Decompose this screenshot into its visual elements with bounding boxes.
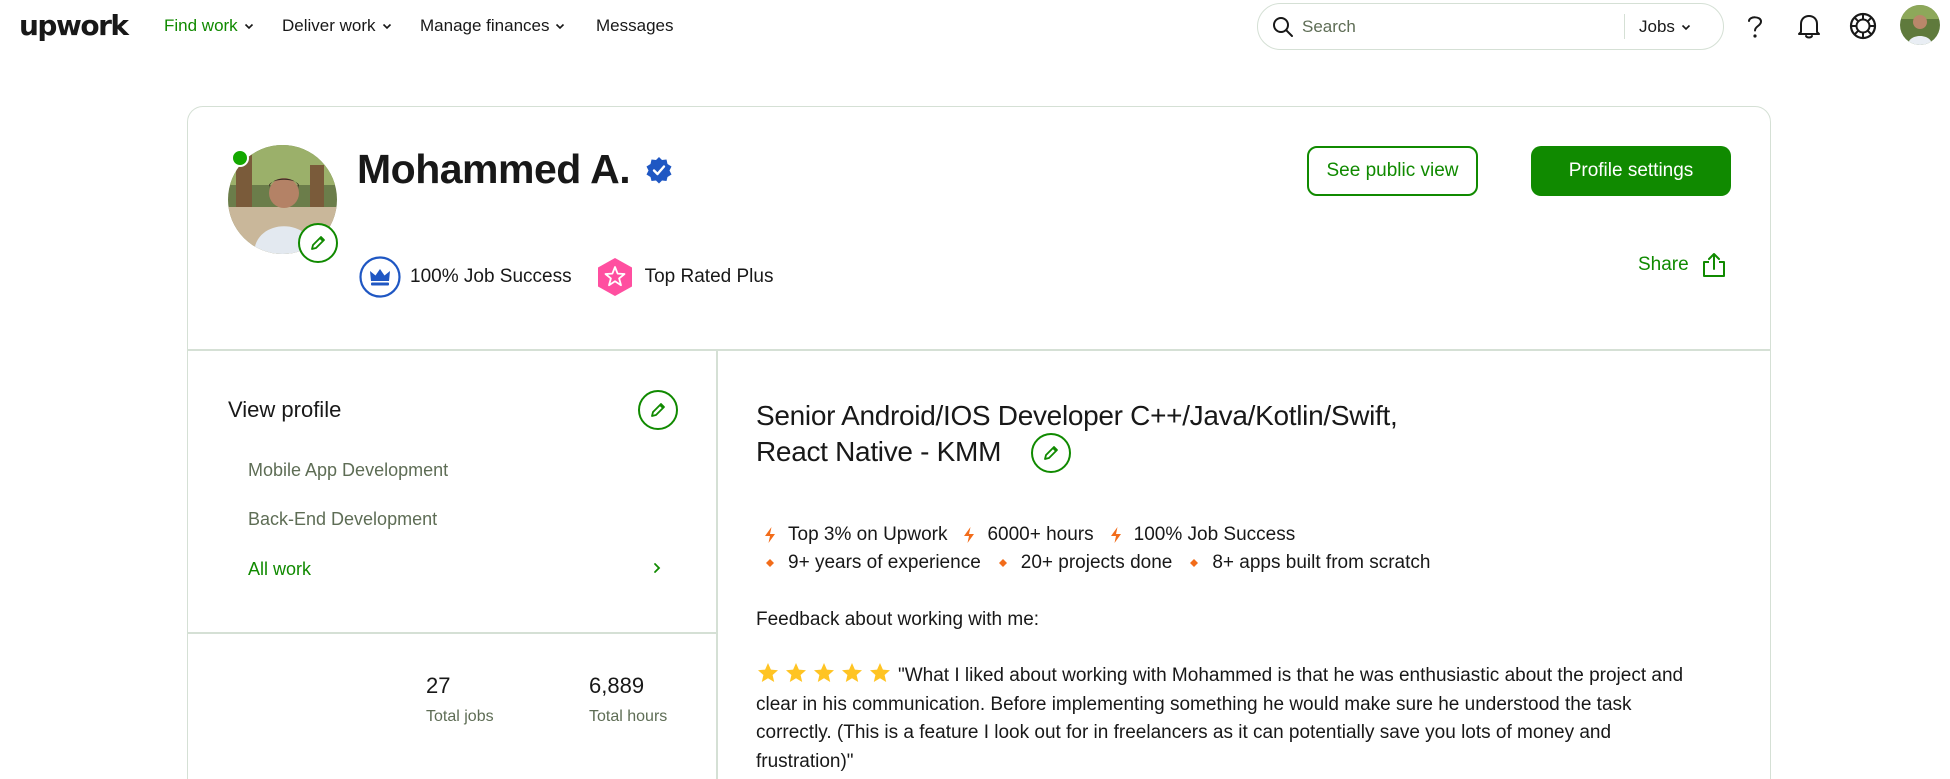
- chevron-down-icon: [244, 23, 253, 30]
- upwork-logo[interactable]: upwork: [19, 9, 129, 42]
- nav-find-work[interactable]: Find work: [164, 16, 254, 36]
- nav-deliver-work-label: Deliver work: [282, 16, 376, 35]
- sidebar-link-back-end[interactable]: Back-End Development: [248, 509, 437, 530]
- profile-settings-button[interactable]: Profile settings: [1531, 146, 1731, 196]
- feedback-intro: Feedback about working with me:: [756, 609, 1040, 630]
- top-navigation: upwork Find work Deliver work Manage fin…: [0, 0, 1950, 52]
- rating-stars: [756, 662, 892, 684]
- highlights-row-2: 9+ years of experience 20+ projects done…: [762, 552, 1444, 574]
- lightning-icon: [765, 527, 775, 543]
- settings-icon[interactable]: [1846, 9, 1880, 43]
- nav-messages-label: Messages: [596, 16, 674, 35]
- headline-line-2: React Native - KMM: [756, 436, 1002, 467]
- badge-row: 100% Job Success Top Rated Plus: [359, 256, 795, 298]
- total-jobs-label: Total jobs: [426, 708, 494, 725]
- star-badge-icon: [597, 258, 632, 296]
- diamond-icon: [1190, 559, 1199, 567]
- highlight-item: 6000+ hours: [987, 524, 1094, 545]
- diamond-icon: [766, 559, 774, 567]
- star-icon: [758, 663, 778, 682]
- lightning-icon: [1110, 527, 1121, 543]
- verified-badge-icon: [646, 157, 672, 184]
- view-profile-title: View profile: [228, 397, 342, 422]
- search-input[interactable]: [1302, 16, 1602, 38]
- highlight-item: 8+ apps built from scratch: [1212, 552, 1431, 573]
- chevron-down-icon: [1681, 24, 1690, 31]
- share-button[interactable]: Share: [1638, 252, 1727, 278]
- help-icon[interactable]: [1738, 9, 1772, 43]
- client-feedback-quote: "What I liked about working with Mohamme…: [756, 662, 1696, 776]
- quote-text: "What I liked about working with Mohamme…: [756, 665, 1684, 772]
- highlight-item: 20+ projects done: [1020, 552, 1173, 573]
- star-icon: [786, 663, 806, 682]
- star-icon: [842, 663, 862, 682]
- sidebar-link-mobile-app[interactable]: Mobile App Development: [248, 460, 448, 481]
- chevron-down-icon: [556, 23, 565, 30]
- total-hours-value: 6,889: [589, 673, 645, 698]
- headline-line-1: Senior Android/IOS Developer C++/Java/Ko…: [756, 400, 1398, 431]
- share-label: Share: [1638, 254, 1689, 275]
- nav-deliver-work[interactable]: Deliver work: [282, 16, 392, 36]
- share-icon: [1702, 253, 1725, 277]
- chevron-right-icon[interactable]: [651, 561, 663, 575]
- highlight-item: 100% Job Success: [1133, 524, 1296, 545]
- diamond-icon: [998, 559, 1007, 567]
- star-icon: [870, 663, 890, 682]
- user-avatar[interactable]: [1900, 5, 1940, 45]
- bell-icon[interactable]: [1792, 9, 1826, 43]
- top-rated-badge-label: Top Rated Plus: [644, 266, 774, 287]
- highlights-row-1: Top 3% on Upwork 6000+ hours 100% Job Su…: [762, 524, 1309, 546]
- search-divider: [1624, 14, 1625, 39]
- edit-headline-button[interactable]: [1031, 433, 1071, 473]
- pencil-icon: [1044, 446, 1058, 460]
- nav-manage-finances[interactable]: Manage finances: [420, 16, 565, 36]
- nav-messages[interactable]: Messages: [596, 16, 673, 36]
- crown-icon: [359, 256, 401, 298]
- pencil-icon: [651, 403, 665, 417]
- profile-name: Mohammed A.: [357, 146, 631, 192]
- highlight-item: 9+ years of experience: [788, 552, 981, 573]
- lightning-icon: [964, 527, 975, 543]
- pencil-icon: [311, 236, 325, 250]
- edit-photo-button[interactable]: [298, 223, 338, 263]
- header-divider: [187, 349, 1771, 351]
- edit-view-profile-button[interactable]: [638, 390, 678, 430]
- profile-headline: Senior Android/IOS Developer C++/Java/Ko…: [756, 398, 1516, 470]
- sidebar-link-all-work[interactable]: All work: [248, 559, 311, 580]
- chevron-down-icon: [382, 23, 391, 30]
- search-scope-label: Jobs: [1639, 17, 1675, 36]
- star-icon: [814, 663, 834, 682]
- highlight-item: Top 3% on Upwork: [788, 524, 948, 545]
- see-public-view-button[interactable]: See public view: [1307, 146, 1478, 196]
- total-jobs-value: 27: [426, 673, 451, 698]
- nav-manage-finances-label: Manage finances: [420, 16, 550, 35]
- search-scope-dropdown[interactable]: Jobs: [1639, 17, 1691, 37]
- search-icon: [1273, 17, 1293, 37]
- total-hours-label: Total hours: [589, 708, 668, 725]
- online-status-indicator: [231, 149, 249, 167]
- job-success-badge-label: 100% Job Success: [410, 266, 572, 287]
- sidebar-divider: [187, 632, 716, 634]
- column-divider: [716, 350, 718, 779]
- search-bar: Jobs: [1257, 3, 1724, 50]
- nav-find-work-label: Find work: [164, 16, 238, 35]
